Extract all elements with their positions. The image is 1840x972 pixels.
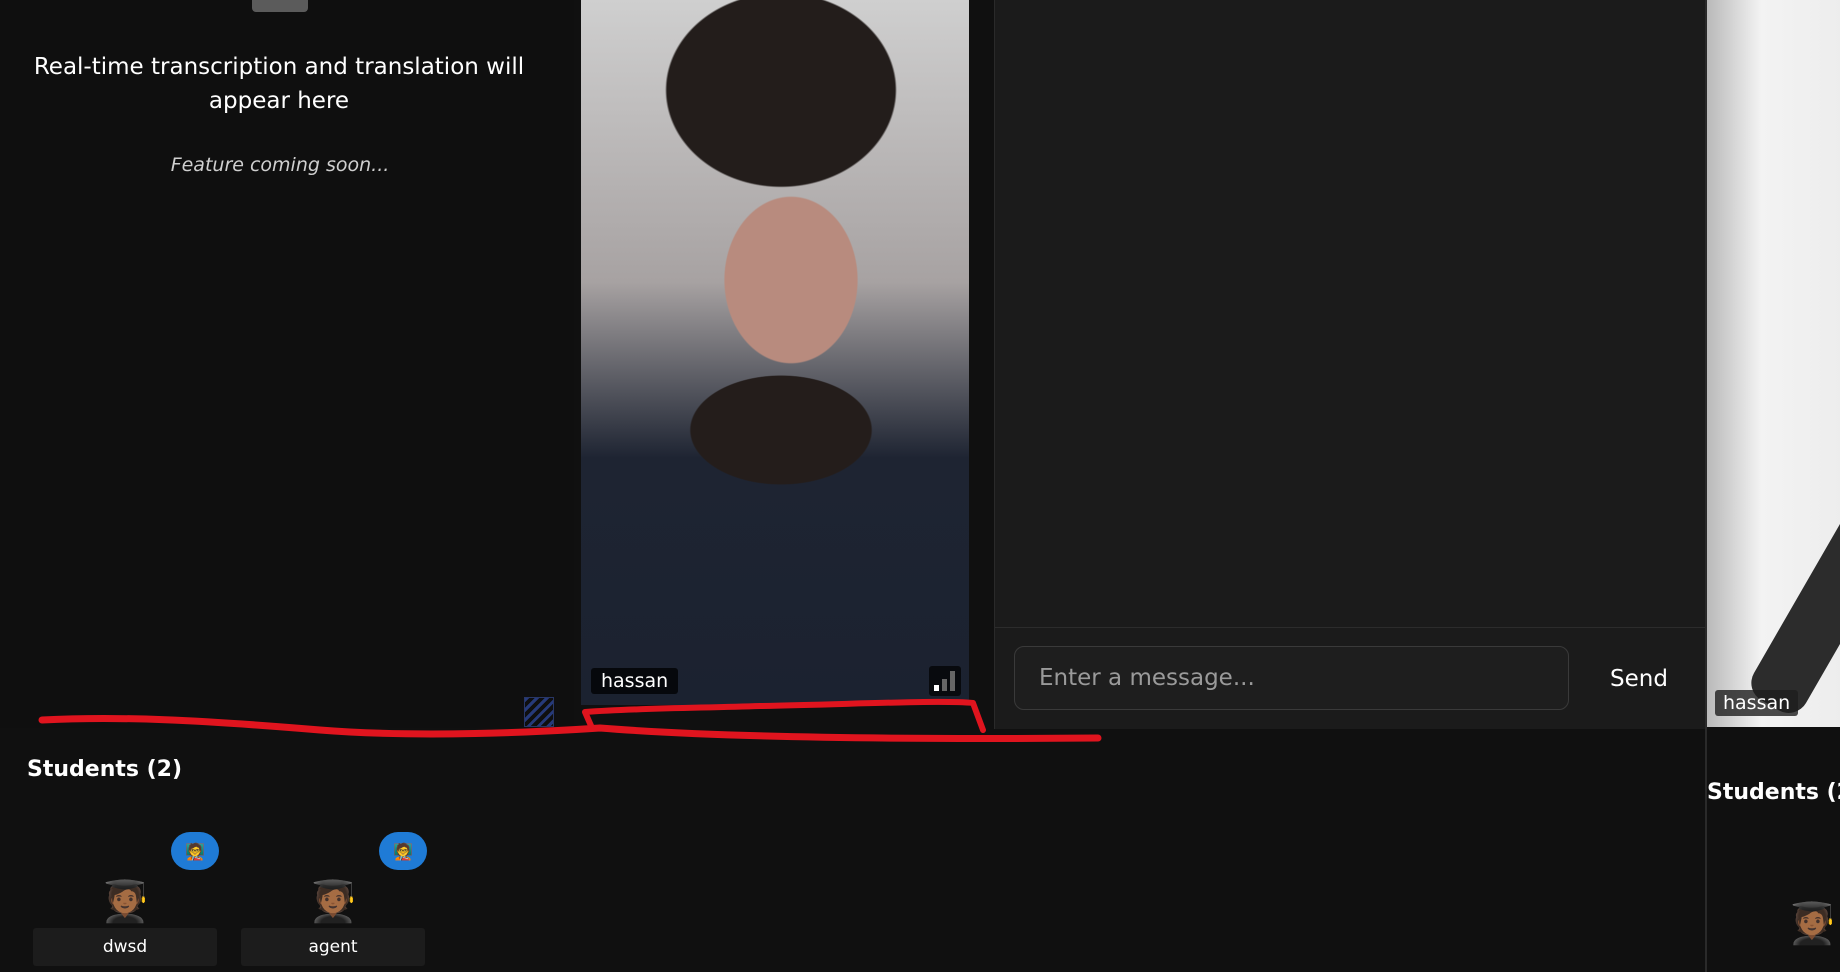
student-card[interactable]: 🧑‍🏫 🧑🏾‍🎓 dwsd: [33, 832, 219, 968]
send-button[interactable]: Send: [1600, 656, 1710, 702]
student-card[interactable]: 🧑‍🏫 🧑🏾‍🎓 agent: [241, 832, 427, 968]
participant-video-tile[interactable]: hassan: [581, 0, 969, 705]
duplicate-window-strip: hassan Students (2) 🧑🏾‍🎓: [1705, 0, 1840, 972]
transcription-placeholder-text: Real-time transcription and translation …: [33, 54, 525, 114]
duplicate-video-tile: [1707, 0, 1840, 727]
student-avatar-icon: 🧑🏾‍🎓: [308, 879, 358, 925]
student-name: agent: [241, 928, 425, 966]
duplicate-participant-name: hassan: [1715, 690, 1799, 716]
student-avatar-icon: 🧑🏾‍🎓: [100, 879, 150, 925]
chat-divider: [995, 627, 1706, 628]
chat-message-input[interactable]: [1014, 646, 1569, 710]
chat-panel: Send: [994, 0, 1706, 729]
duplicate-students-heading: Students (2): [1707, 780, 1840, 805]
student-name: dwsd: [33, 928, 217, 966]
students-heading: Students (2): [27, 757, 183, 782]
transcription-icon: [252, 0, 308, 12]
student-role-badge-icon: 🧑‍🏫: [171, 832, 219, 870]
transcription-panel: Real-time transcription and translation …: [0, 0, 574, 728]
signal-strength-icon: [929, 666, 961, 696]
video-background-shape: [1744, 499, 1840, 721]
student-role-badge-icon: 🧑‍🏫: [379, 832, 427, 870]
participant-name-label: hassan: [591, 668, 679, 694]
resize-handle-icon[interactable]: [524, 697, 554, 727]
duplicate-student-avatar-icon: 🧑🏾‍🎓: [1787, 901, 1837, 947]
feature-coming-soon-note: Feature coming soon...: [170, 154, 390, 176]
